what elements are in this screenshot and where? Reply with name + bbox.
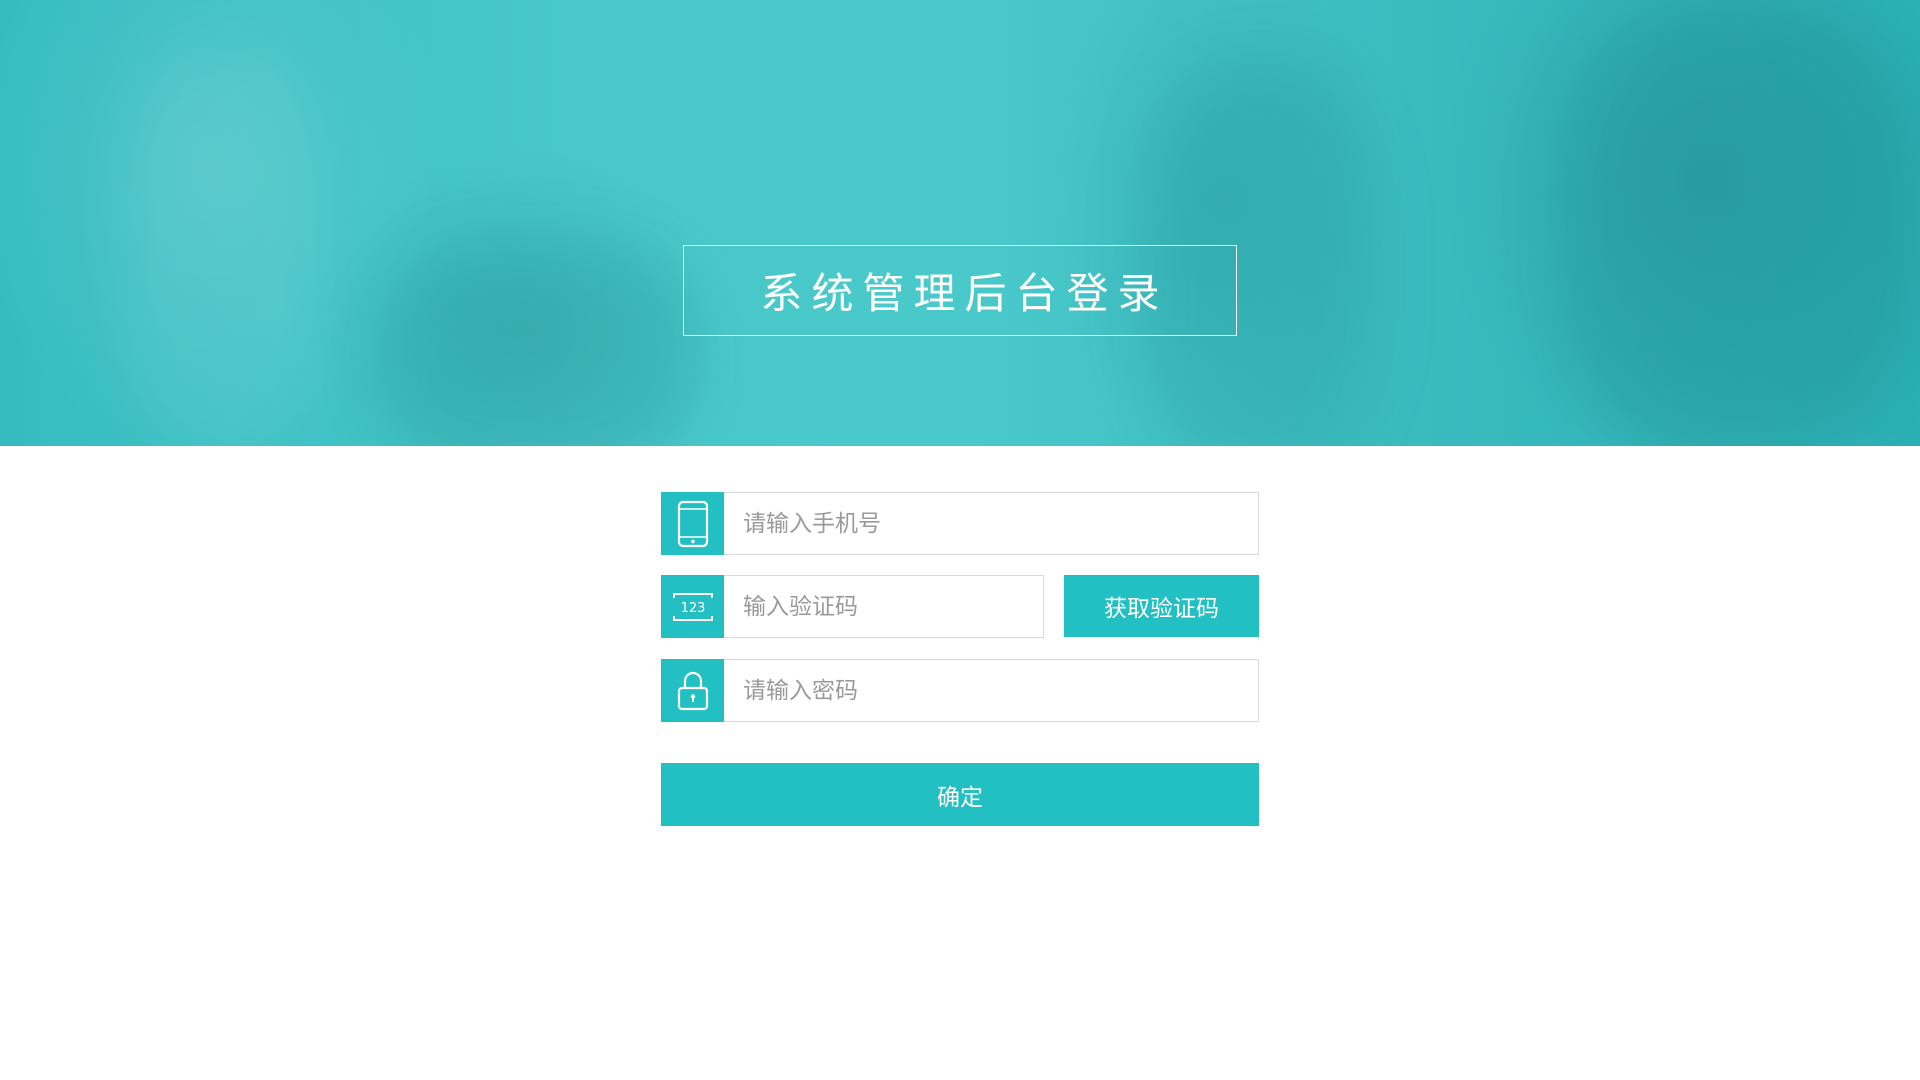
password-input[interactable]: [724, 659, 1259, 722]
mobile-phone-icon: [661, 492, 724, 555]
title-frame: 系统管理后台登录: [683, 245, 1237, 336]
numeric-code-icon: 123: [661, 575, 724, 638]
page-title: 系统管理后台登录: [760, 269, 1169, 318]
code-icon-text: 123: [680, 601, 705, 616]
phone-field: [661, 492, 1259, 555]
get-code-button[interactable]: 获取验证码: [1064, 575, 1259, 637]
hero-background-shape: [380, 240, 700, 446]
phone-input[interactable]: [724, 492, 1259, 555]
lock-icon: [661, 659, 724, 722]
submit-button[interactable]: 确定: [661, 763, 1259, 826]
hero-background-shape: [120, 40, 320, 446]
hero-banner: 系统管理后台登录: [0, 0, 1920, 446]
verification-code-field: 123: [661, 575, 1044, 638]
verification-code-input[interactable]: [724, 575, 1044, 638]
password-field: [661, 659, 1259, 722]
hero-background-shape: [1560, 0, 1920, 446]
